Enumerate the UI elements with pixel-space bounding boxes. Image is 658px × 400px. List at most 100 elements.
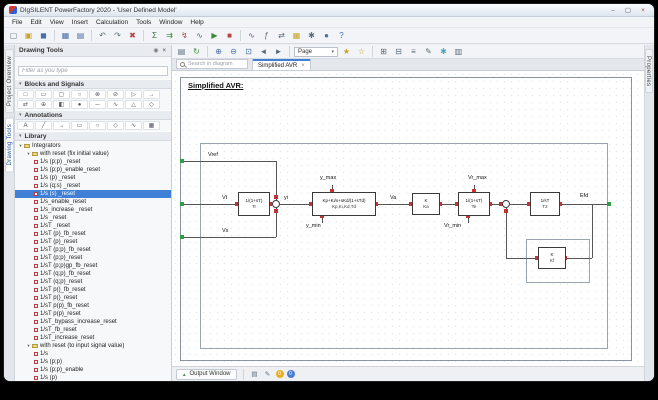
polygon-annotation-icon[interactable]: ◇ [107, 121, 124, 130]
diagram-block-tr[interactable]: 1/(1+sT) Tr [238, 192, 270, 216]
compare-icon[interactable]: ⇄ [275, 29, 288, 42]
gain-shape-icon[interactable]: ▷ [125, 90, 142, 99]
zoom-out-icon[interactable]: ⊖ [227, 45, 240, 58]
signal-label-vt[interactable]: Vt [222, 195, 227, 201]
menu-file[interactable]: File [8, 19, 26, 26]
tab-close-icon[interactable]: × [301, 63, 305, 69]
signal-label-y-min[interactable]: y_min [306, 223, 321, 229]
bookmark-icon[interactable]: ★ [340, 45, 353, 58]
divider-shape-icon[interactable]: ⊘ [107, 90, 124, 99]
undo-icon[interactable]: ↶ [96, 29, 109, 42]
redraw-icon[interactable]: ↻ [190, 45, 203, 58]
layers-icon[interactable]: ≡ [407, 45, 420, 58]
chevron-down-icon[interactable]: ▾ [17, 143, 24, 149]
signal-label-efd[interactable]: Efd [580, 193, 588, 199]
tree-item-1-st-bypass-increase-reset[interactable]: 1/sT_bypass_increase_reset [15, 318, 171, 326]
tab-simplified-avr[interactable]: Simplified AVR × [252, 59, 311, 70]
wire-segment[interactable] [506, 258, 538, 259]
load-flow-icon[interactable]: ⇉ [163, 29, 176, 42]
diagram-block-t2[interactable]: 1/sT T2 [530, 192, 560, 216]
diagram-block-te[interactable]: 1/(1+sT) Te [458, 192, 490, 216]
user-settings-icon[interactable]: ● [320, 29, 333, 42]
network-model-manager-icon[interactable]: ▤ [74, 29, 87, 42]
node-shape-icon[interactable]: ● [71, 100, 88, 109]
frame-shape-icon[interactable]: ▢ [53, 90, 70, 99]
image-annotation-icon[interactable]: ▦ [143, 121, 160, 130]
wire-segment[interactable] [566, 258, 592, 259]
diagram-block-ka[interactable]: K Ka [412, 193, 440, 215]
new-icon[interactable]: ▢ [7, 29, 20, 42]
wire-segment[interactable] [560, 204, 609, 205]
tree-item-1-st-p-p-reset[interactable]: 1/sT (p;p)_reset [15, 254, 171, 262]
diagram-block-kf[interactable]: K Kf [538, 247, 566, 269]
diagram-search-input[interactable] [188, 61, 244, 67]
signal-label-vs[interactable]: Vs [222, 228, 228, 234]
menu-view[interactable]: View [46, 19, 68, 26]
line-shape-icon[interactable]: ─ [89, 100, 106, 109]
tree-item-1-s-p-p-enable-reset[interactable]: 1/s (p;p)_enable_reset [15, 166, 171, 174]
tree-item-1-s-increase-reset[interactable]: 1/s_increase _reset [15, 206, 171, 214]
curve-shape-icon[interactable]: ∿ [107, 100, 124, 109]
calculation-icon[interactable]: Σ [148, 29, 161, 42]
warning-count-badge[interactable]: 0 [275, 370, 284, 378]
section-annotations[interactable]: ▾ Annotations [15, 110, 171, 120]
tree-item-1-st-p-fb-reset[interactable]: 1/sT p()_fb_reset [15, 286, 171, 294]
grid-icon[interactable]: ⊞ [377, 45, 390, 58]
triangle-shape-icon[interactable]: △ [125, 100, 142, 109]
menu-insert[interactable]: Insert [68, 19, 92, 26]
plots-icon[interactable]: ∿ [245, 29, 258, 42]
sum-junction[interactable] [502, 200, 510, 208]
line-annotation-icon[interactable]: ╱ [35, 121, 52, 130]
block-shape-icon[interactable]: □ [17, 90, 34, 99]
adder-shape-icon[interactable]: ⊕ [35, 100, 52, 109]
tree-item-1-s-p[interactable]: 1/s (p) [15, 374, 171, 381]
settings-icon[interactable]: ✱ [305, 29, 318, 42]
tree-item-1-st-p-p-fb-reset[interactable]: 1/sT p(p)_fb_reset [15, 302, 171, 310]
menu-help[interactable]: Help [186, 19, 207, 26]
multiplier-shape-icon[interactable]: ⊗ [89, 90, 106, 99]
arrow-annotation-icon[interactable]: → [53, 121, 70, 130]
delete-icon[interactable]: ✖ [126, 29, 139, 42]
signal-label-y-max[interactable]: y_max [320, 175, 336, 181]
signal-label-va[interactable]: Va [390, 195, 396, 201]
wire-segment[interactable] [592, 204, 593, 258]
tree-item-1-s-p-reset[interactable]: 1/s (p) _reset [15, 174, 171, 182]
tree-item-1-st-p-p-reset[interactable]: 1/sT p(p)_reset [15, 310, 171, 318]
signal-label-yi[interactable]: yi [284, 195, 288, 201]
chevron-down-icon[interactable]: ▾ [25, 151, 32, 157]
wire-segment[interactable] [182, 204, 238, 205]
signal-label-vr-max[interactable]: Vr_max [468, 175, 487, 181]
tree-item-1-st-reset[interactable]: 1/sT _reset [15, 222, 171, 230]
switch-shape-icon[interactable]: ⇄ [17, 100, 34, 109]
data-manager-icon[interactable]: ▦ [59, 29, 72, 42]
calendar-icon[interactable]: ▦ [290, 29, 303, 42]
wire-segment[interactable] [280, 204, 312, 205]
signal-shape-icon[interactable]: → [143, 90, 160, 99]
diamond-shape-icon[interactable]: ◇ [143, 100, 160, 109]
snap-icon[interactable]: ⊟ [392, 45, 405, 58]
tree-folder-with-reset-to-input-signal-value[interactable]: ▾ with reset (to input signal value) [15, 342, 171, 350]
tree-item-1-s-p-p[interactable]: 1/s (p;p) [15, 358, 171, 366]
tree-item-1-st-p-reset[interactable]: 1/sT p()_reset [15, 294, 171, 302]
tree-item-1-st-p-p-fb-reset[interactable]: 1/sT (p;p)_fb_reset [15, 246, 171, 254]
sum-shape-icon[interactable]: ○ [71, 90, 88, 99]
annotate-icon[interactable]: ✎ [422, 45, 435, 58]
section-library[interactable]: ▾ Library [15, 131, 171, 141]
stop-simulation-icon[interactable]: ■ [223, 29, 236, 42]
tree-item-1-s[interactable]: 1/s [15, 350, 171, 358]
zoom-prev-icon[interactable]: ◄ [257, 45, 270, 58]
zoom-all-icon[interactable]: ⊡ [242, 45, 255, 58]
tree-item-1-s-q-s-reset[interactable]: 1/s (q;s) _reset [15, 182, 171, 190]
menu-tools[interactable]: Tools [132, 19, 155, 26]
tree-item-1-st-q-p-reset[interactable]: 1/sT (q;p)_reset [15, 278, 171, 286]
scripts-icon[interactable]: ƒ [260, 29, 273, 42]
close-button[interactable]: × [637, 6, 649, 15]
info-count-badge[interactable]: 0 [286, 370, 295, 378]
menu-window[interactable]: Window [155, 19, 186, 26]
help-icon[interactable]: ? [335, 29, 348, 42]
ellipse-annotation-icon[interactable]: ○ [89, 121, 106, 130]
short-circuit-icon[interactable]: ↯ [178, 29, 191, 42]
wire-segment[interactable] [376, 204, 412, 205]
menu-calculation[interactable]: Calculation [92, 19, 132, 26]
tree-item-1-st-increase-reset[interactable]: 1/sT_increase_reset [15, 334, 171, 342]
